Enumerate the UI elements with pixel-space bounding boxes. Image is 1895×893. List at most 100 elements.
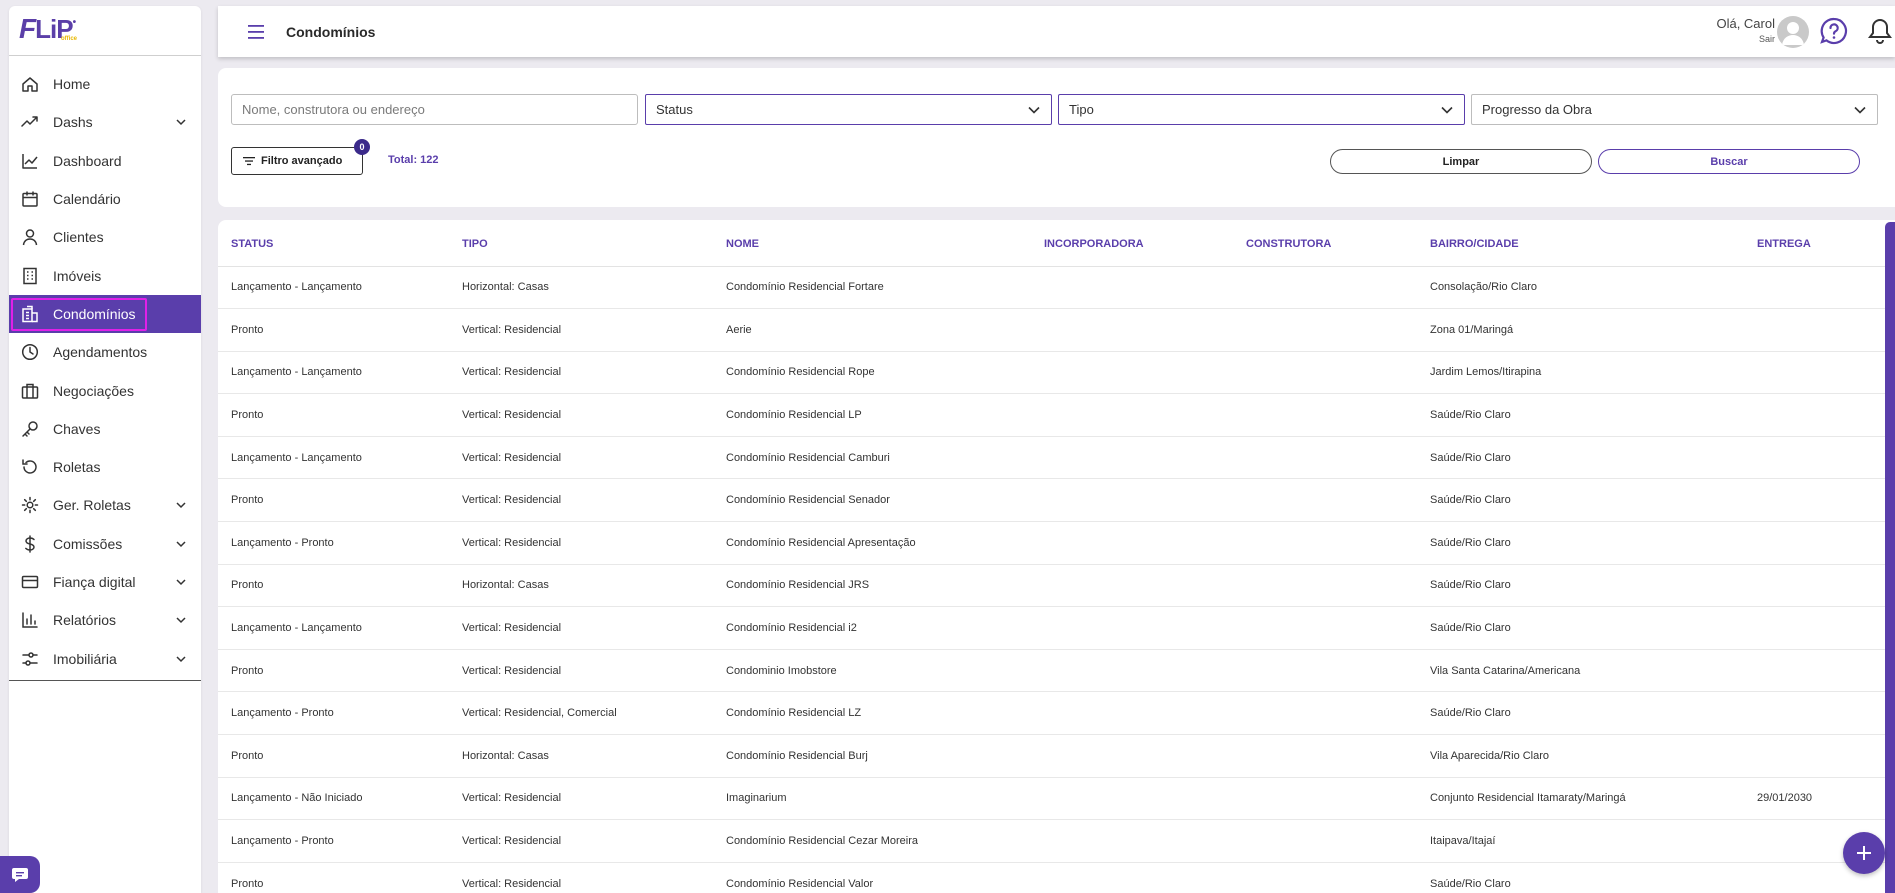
tipo-select[interactable]: Tipo bbox=[1058, 94, 1465, 125]
chevron-down-icon bbox=[176, 656, 186, 662]
chevron-down-icon bbox=[176, 617, 186, 624]
table-cell: Horizontal: Casas bbox=[449, 734, 713, 778]
sidebar-item-imobiliaria[interactable]: Imobiliária bbox=[9, 639, 201, 677]
table-cell: 29/01/2030 bbox=[1744, 777, 1885, 821]
table-row[interactable]: Lançamento - Pronto Vertical: Residencial… bbox=[218, 691, 1885, 736]
sidebar-item-negociacoes[interactable]: Negociações bbox=[9, 371, 201, 409]
table-cell: Saúde/Rio Claro bbox=[1417, 436, 1744, 480]
table-cell bbox=[1031, 691, 1233, 736]
table-cell: Conjunto Residencial Itamaraty/Maringá bbox=[1417, 777, 1744, 821]
sidebar-item-agendamentos[interactable]: Agendamentos bbox=[9, 333, 201, 371]
table-row[interactable]: Lançamento - Lançamento Vertical: Residen… bbox=[218, 436, 1885, 480]
table-row[interactable]: Lançamento - Lançamento Horizontal: Casas… bbox=[218, 266, 1885, 310]
search-input[interactable] bbox=[231, 94, 638, 125]
clear-button[interactable]: Limpar bbox=[1330, 149, 1592, 174]
table-row[interactable]: Pronto Vertical: Residencial Condomínio Re… bbox=[218, 478, 1885, 523]
table-header-row: STATUS TIPO NOME INCORPORADORA CONSTRUTORA BA… bbox=[218, 220, 1885, 267]
table-cell: Condomínio Residencial Valor bbox=[713, 862, 1031, 893]
sidebar-item-home[interactable]: Home bbox=[9, 65, 201, 103]
menu-icon[interactable] bbox=[248, 24, 266, 39]
sidebar-item-roletas[interactable]: Roletas bbox=[9, 448, 201, 486]
table-row[interactable]: Lançamento - Pronto Vertical: Residencial… bbox=[218, 819, 1885, 863]
sidebar-item-relatorios[interactable]: Relatórios bbox=[9, 601, 201, 639]
table-cell bbox=[1031, 606, 1233, 650]
table-row[interactable]: Lançamento - Pronto Vertical: Residencial… bbox=[218, 521, 1885, 565]
sidebar-item-condominios[interactable]: Condomínios bbox=[9, 294, 201, 334]
table-cell bbox=[1744, 691, 1885, 736]
table-row[interactable]: Pronto Vertical: Residencial Condominio Im… bbox=[218, 649, 1885, 693]
table-cell: Vertical: Residencial bbox=[449, 521, 713, 565]
gear-icon bbox=[21, 497, 39, 514]
logout-link[interactable]: Sair bbox=[1716, 34, 1775, 44]
progresso-select-label: Progresso da Obra bbox=[1482, 102, 1592, 117]
table-row[interactable]: Pronto Horizontal: Casas Condomínio Reside… bbox=[218, 734, 1885, 778]
sidebar-item-comissoes[interactable]: Comissões bbox=[9, 525, 201, 563]
table-cell bbox=[1233, 478, 1417, 523]
column-header[interactable]: BAIRRO/CIDADE bbox=[1417, 220, 1744, 267]
table-row[interactable]: Pronto Horizontal: Casas Condomínio Reside… bbox=[218, 564, 1885, 608]
sidebar-item-calendario[interactable]: Calendário bbox=[9, 180, 201, 218]
column-header[interactable]: STATUS bbox=[218, 220, 449, 267]
column-header[interactable]: NOME bbox=[713, 220, 1031, 267]
table-cell: Pronto bbox=[218, 649, 449, 693]
scrollbar[interactable] bbox=[1885, 222, 1895, 893]
sidebar-item-ger-roletas[interactable]: Ger. Roletas bbox=[9, 486, 201, 524]
table-cell: Pronto bbox=[218, 734, 449, 778]
table-cell: Condomínio Residencial Apresentação bbox=[713, 521, 1031, 565]
filter-icon bbox=[243, 157, 255, 166]
table-cell: Lançamento - Não Iniciado bbox=[218, 777, 449, 821]
table-cell bbox=[1233, 691, 1417, 736]
sidebar-item-fianca-digital[interactable]: Fiança digital bbox=[9, 563, 201, 601]
table-cell bbox=[1031, 308, 1233, 352]
help-icon[interactable] bbox=[1820, 17, 1848, 45]
table-cell bbox=[1233, 436, 1417, 480]
sidebar-item-clientes[interactable]: Clientes bbox=[9, 218, 201, 256]
status-select[interactable]: Status bbox=[645, 94, 1052, 125]
add-condominio-button[interactable] bbox=[1843, 832, 1885, 874]
column-header[interactable]: CONSTRUTORA bbox=[1233, 220, 1417, 267]
sidebar-item-label: Calendário bbox=[53, 191, 121, 208]
table-cell: Vertical: Residencial bbox=[449, 777, 713, 821]
avatar[interactable] bbox=[1777, 16, 1809, 48]
table-cell: Condomínio Residencial LP bbox=[713, 393, 1031, 437]
table-row[interactable]: Pronto Vertical: Residencial Condomínio Re… bbox=[218, 862, 1885, 893]
bell-icon[interactable] bbox=[1867, 17, 1893, 45]
column-header[interactable]: INCORPORADORA bbox=[1031, 220, 1233, 267]
table-row[interactable]: Pronto Vertical: Residencial Aerie Zona 01/… bbox=[218, 308, 1885, 352]
sidebar-item-label: Ger. Roletas bbox=[53, 497, 131, 514]
search-button[interactable]: Buscar bbox=[1598, 149, 1860, 174]
table-cell: Saúde/Rio Claro bbox=[1417, 393, 1744, 437]
table-row[interactable]: Lançamento - Lançamento Vertical: Residen… bbox=[218, 351, 1885, 395]
calendar-icon bbox=[22, 191, 38, 207]
table-cell: Pronto bbox=[218, 564, 449, 608]
sidebar-item-dashboard[interactable]: Dashboard bbox=[9, 142, 201, 180]
advanced-filter-button[interactable]: Filtro avançado bbox=[231, 147, 363, 175]
table-cell bbox=[1233, 734, 1417, 778]
table-cell: Pronto bbox=[218, 393, 449, 437]
sidebar-item-chaves[interactable]: Chaves bbox=[9, 410, 201, 448]
table-cell bbox=[1744, 649, 1885, 693]
sidebar-item-imoveis[interactable]: Imóveis bbox=[9, 256, 201, 294]
column-header[interactable]: ENTREGA bbox=[1744, 220, 1885, 267]
sidebar-item-dashs[interactable]: Dashs bbox=[9, 103, 201, 141]
table-cell bbox=[1031, 521, 1233, 565]
table-row[interactable]: Pronto Vertical: Residencial Condomínio Re… bbox=[218, 393, 1885, 437]
rotate-icon bbox=[22, 459, 37, 474]
table-cell: Lançamento - Lançamento bbox=[218, 351, 449, 395]
table-cell: Condomínio Residencial Rope bbox=[713, 351, 1031, 395]
chat-button[interactable] bbox=[0, 856, 40, 893]
table-row[interactable]: Lançamento - Lançamento Vertical: Residen… bbox=[218, 606, 1885, 650]
column-header[interactable]: TIPO bbox=[449, 220, 713, 267]
table-cell: Lançamento - Lançamento bbox=[218, 266, 449, 310]
progresso-select[interactable]: Progresso da Obra bbox=[1471, 94, 1878, 125]
sidebar-divider bbox=[9, 679, 201, 681]
sidebar-item-label: Clientes bbox=[53, 229, 104, 246]
top-header: Condomínios Olá, Carol Sair bbox=[218, 6, 1895, 57]
condominios-table-card: STATUS TIPO NOME INCORPORADORA CONSTRUTORA BA… bbox=[218, 220, 1895, 893]
logo[interactable]: F Li P • office bbox=[9, 6, 201, 56]
table-body: Lançamento - Lançamento Horizontal: Casas… bbox=[218, 266, 1885, 893]
table-cell bbox=[1233, 819, 1417, 863]
table-row[interactable]: Lançamento - Não Iniciado Vertical: Resid… bbox=[218, 777, 1885, 821]
table-cell: Lançamento - Pronto bbox=[218, 819, 449, 863]
table-cell: Condominio Imobstore bbox=[713, 649, 1031, 693]
